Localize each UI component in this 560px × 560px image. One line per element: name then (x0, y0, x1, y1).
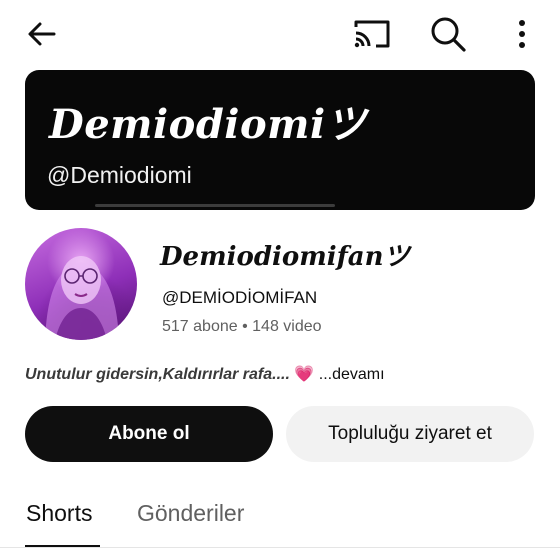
description-more-link[interactable]: ...devamı (319, 366, 385, 383)
visit-community-button[interactable]: Topluluğu ziyaret et (286, 406, 534, 462)
banner-handle: @Demiodiomi (47, 162, 192, 188)
arrow-left-icon[interactable] (24, 16, 60, 52)
banner-title: Demiodiomiツ (49, 101, 367, 148)
subscriber-count: 517 abone (162, 318, 238, 335)
tab-posts[interactable]: Gönderiler (137, 500, 244, 527)
heart-emoji-icon: 💗 (294, 366, 315, 383)
video-count: 148 video (252, 318, 322, 335)
subscribe-button[interactable]: Abone ol (25, 406, 273, 462)
avatar-portrait-image (45, 256, 119, 340)
channel-handle: @DEMİODİOMİFAN (162, 288, 318, 307)
channel-description[interactable]: Unutulur gidersin,Kaldırırlar rafa.... 💗… (25, 364, 385, 384)
search-icon[interactable] (429, 15, 467, 53)
top-app-bar (0, 0, 560, 66)
stats-separator: • (242, 318, 248, 335)
tabs-divider (0, 547, 560, 548)
channel-stats: 517 abone • 148 video (162, 318, 322, 336)
avatar[interactable] (25, 228, 137, 340)
tab-shorts[interactable]: Shorts (26, 500, 92, 527)
banner-decoration (95, 204, 335, 207)
channel-tabs: Shorts Gönderiler (0, 488, 560, 560)
description-text: Unutulur gidersin,Kaldırırlar rafa.... (25, 366, 290, 383)
channel-banner[interactable]: Demiodiomiツ @Demiodiomi (25, 70, 535, 210)
channel-name: Demiodiomifanツ (160, 242, 410, 272)
cast-icon[interactable] (352, 16, 392, 52)
more-vert-icon[interactable] (508, 16, 536, 52)
